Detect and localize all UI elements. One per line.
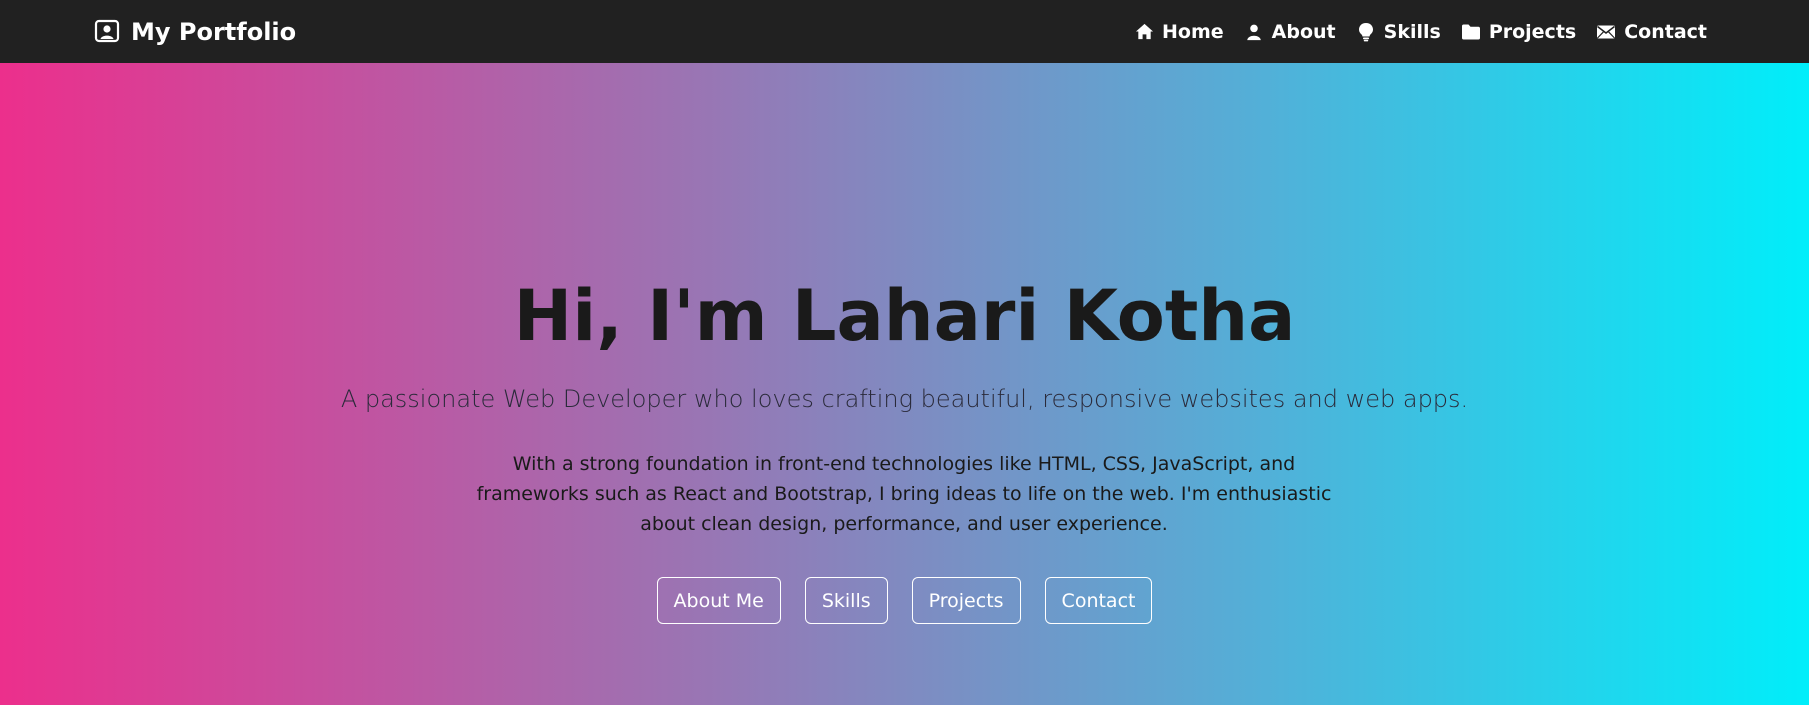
skills-button[interactable]: Skills xyxy=(804,577,888,624)
nav-link-label: Contact xyxy=(1624,20,1707,43)
nav-link-projects[interactable]: Projects xyxy=(1461,21,1576,43)
projects-button[interactable]: Projects xyxy=(911,577,1021,624)
envelope-icon xyxy=(1596,22,1616,42)
nav-link-label: About xyxy=(1271,20,1336,43)
person-badge-icon xyxy=(94,19,120,45)
brand-link[interactable]: My Portfolio xyxy=(94,18,296,46)
home-icon xyxy=(1134,22,1154,42)
nav-link-about[interactable]: About xyxy=(1244,21,1336,43)
nav-link-contact[interactable]: Contact xyxy=(1596,21,1707,43)
nav-link-skills[interactable]: Skills xyxy=(1356,21,1441,43)
contact-button[interactable]: Contact xyxy=(1044,577,1153,624)
hero-title: Hi, I'm Lahari Kotha xyxy=(513,275,1296,357)
nav-link-label: Projects xyxy=(1488,20,1577,43)
hero-description: With a strong foundation in front-end te… xyxy=(476,453,1332,535)
lightbulb-icon xyxy=(1356,22,1376,42)
about-me-button[interactable]: About Me xyxy=(656,577,781,624)
nav-links: Home About Skills Projects Contact xyxy=(1134,21,1707,43)
hero-buttons: About Me Skills Projects Contact xyxy=(0,577,1809,624)
nav-link-label: Home xyxy=(1162,20,1224,43)
nav-link-home[interactable]: Home xyxy=(1134,21,1224,43)
person-icon xyxy=(1244,22,1264,42)
nav-link-label: Skills xyxy=(1383,20,1441,43)
navbar: My Portfolio Home About Skills Projects … xyxy=(0,0,1809,63)
folder-icon xyxy=(1461,22,1481,42)
hero-section: Hi, I'm Lahari Kotha A passionate Web De… xyxy=(0,63,1809,705)
brand-label: My Portfolio xyxy=(131,17,297,46)
hero-subtitle: A passionate Web Developer who loves cra… xyxy=(340,385,1469,413)
